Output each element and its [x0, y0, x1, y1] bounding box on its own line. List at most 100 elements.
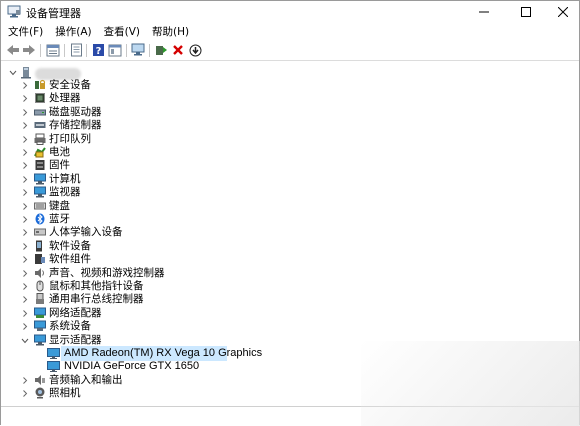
device-manager-window: 设备管理器 文件(F) 操作(A) 查看(V) 帮助(H) ? 安全设备 处理器… [0, 0, 580, 426]
tree-category-label: 软件组件 [49, 253, 91, 266]
tree-category[interactable]: 人体学输入设备 [1, 226, 261, 239]
tree-category[interactable]: 软件设备 [1, 240, 261, 253]
computer-root-icon [21, 67, 31, 79]
update-driver-button[interactable] [153, 42, 169, 58]
chevron-right-icon[interactable] [21, 293, 29, 306]
chevron-right-icon[interactable] [21, 387, 29, 400]
properties-button[interactable] [45, 42, 61, 58]
firmware-icon [35, 160, 45, 171]
back-arrow-icon [7, 45, 19, 55]
chevron-right-icon[interactable] [21, 186, 29, 199]
chevron-right-icon[interactable] [21, 159, 29, 172]
tree-category-label: 显示适配器 [49, 333, 102, 346]
scan-hardware-button[interactable] [130, 42, 146, 58]
tree-category[interactable]: 监视器 [1, 186, 261, 199]
tree-category[interactable]: 安全设备 [1, 79, 261, 92]
tree-category-label: 通用串行总线控制器 [49, 293, 144, 306]
chevron-right-icon[interactable] [21, 106, 29, 119]
maximize-button[interactable] [509, 1, 543, 23]
chevron-right-icon[interactable] [21, 92, 29, 105]
tree-category[interactable]: 蓝牙 [1, 213, 261, 226]
tree-category[interactable]: 通用串行总线控制器 [1, 293, 261, 306]
maximize-icon [521, 7, 531, 17]
tree-category-label: 计算机 [49, 172, 81, 185]
back-button[interactable] [5, 42, 21, 58]
toolbar-separator [86, 44, 87, 57]
chevron-right-icon[interactable] [21, 267, 29, 280]
tree-device-item[interactable]: NVIDIA GeForce GTX 1650 [1, 360, 301, 373]
tree-device-label: AMD Radeon(TM) RX Vega 10 Graphics [64, 347, 263, 359]
device-doc-button[interactable] [68, 42, 84, 58]
menu-action[interactable]: 操作(A) [49, 23, 97, 41]
chevron-right-icon[interactable] [21, 374, 29, 387]
network-adapter-icon [34, 307, 46, 318]
help-button[interactable]: ? [90, 42, 106, 58]
tree-category[interactable]: 音频输入和输出 [1, 374, 261, 387]
toolbar-separator [40, 44, 41, 57]
minimize-icon [479, 11, 489, 13]
tree-category-label: 磁盘驱动器 [49, 105, 102, 118]
software-device-icon [36, 240, 42, 252]
tree-device-item[interactable]: AMD Radeon(TM) RX Vega 10 Graphics [1, 346, 301, 361]
forward-button[interactable] [21, 42, 37, 58]
chevron-right-icon[interactable] [21, 200, 29, 213]
chevron-right-icon[interactable] [21, 307, 29, 320]
forward-arrow-icon [23, 45, 35, 55]
tree-category[interactable]: 电池 [1, 146, 261, 159]
tree-category-label: 音频输入和输出 [49, 373, 123, 386]
tree-category-label: 打印队列 [49, 132, 91, 145]
tree-category[interactable]: 计算机 [1, 173, 261, 186]
tree-category-label: 系统设备 [49, 320, 91, 333]
menu-help[interactable]: 帮助(H) [146, 23, 195, 41]
tree-category[interactable]: 照相机 [1, 387, 261, 400]
view-button[interactable] [107, 42, 123, 58]
tree-category[interactable]: 磁盘驱动器 [1, 106, 261, 119]
system-device-icon [34, 320, 46, 332]
tree-category-label: 声音、视频和游戏控制器 [49, 266, 165, 279]
tree-category[interactable]: 鼠标和其他指针设备 [1, 280, 261, 293]
chevron-right-icon[interactable] [21, 133, 29, 146]
chevron-right-icon[interactable] [21, 253, 29, 266]
chevron-right-icon[interactable] [21, 240, 29, 253]
processor-icon [35, 93, 45, 104]
camera-icon [35, 387, 45, 399]
tree-category[interactable]: 声音、视频和游戏控制器 [1, 267, 261, 280]
chevron-right-icon[interactable] [21, 320, 29, 333]
download-driver-button[interactable] [187, 42, 203, 58]
tree-category[interactable]: 键盘 [1, 200, 261, 213]
tree-category[interactable]: 软件组件 [1, 253, 261, 266]
window-title: 设备管理器 [26, 7, 81, 20]
tree-category-label: 安全设备 [49, 79, 91, 91]
tree-category-label: 电池 [49, 146, 70, 158]
tree-category[interactable]: 系统设备 [1, 320, 261, 333]
mouse-icon [36, 280, 44, 292]
chevron-right-icon[interactable] [21, 119, 29, 132]
help-icon: ? [92, 44, 104, 57]
chevron-right-icon[interactable] [21, 146, 29, 159]
properties-grid-icon [46, 44, 60, 56]
chevron-right-icon[interactable] [21, 79, 29, 92]
tree-category-label: 处理器 [49, 92, 81, 105]
tree-category[interactable]: 打印队列 [1, 133, 261, 146]
chevron-right-icon[interactable] [21, 280, 29, 293]
chevron-right-icon[interactable] [21, 226, 29, 239]
tree-category[interactable]: 显示适配器 [1, 334, 261, 347]
tree-category-label: 人体学输入设备 [49, 226, 123, 239]
menu-file[interactable]: 文件(F) [1, 23, 49, 41]
tree-category-label: 蓝牙 [49, 213, 70, 225]
tree-category[interactable]: 固件 [1, 159, 261, 172]
add-driver-icon [156, 46, 167, 55]
display-adapter-icon [47, 361, 60, 373]
chevron-right-icon[interactable] [21, 173, 29, 186]
chevron-right-icon[interactable] [21, 213, 29, 226]
close-button[interactable] [546, 1, 580, 23]
tree-category[interactable]: 处理器 [1, 92, 261, 105]
uninstall-button[interactable] [170, 42, 186, 58]
tree-category[interactable]: 网络适配器 [1, 307, 261, 320]
download-icon [189, 44, 201, 56]
chevron-down-icon[interactable] [21, 334, 29, 347]
sound-icon [35, 267, 44, 278]
minimize-button[interactable] [467, 1, 501, 23]
menu-view[interactable]: 查看(V) [98, 23, 146, 41]
tree-category[interactable]: 存储控制器 [1, 119, 261, 132]
